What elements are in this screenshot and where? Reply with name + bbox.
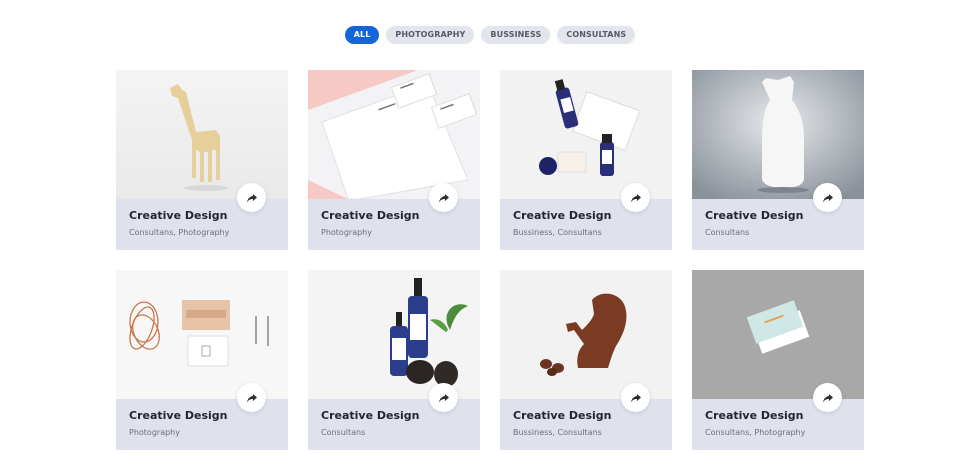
portfolio-card[interactable]: Creative Design Bussiness, Consultans [500, 70, 672, 250]
white-vase-image [692, 70, 864, 199]
share-button[interactable] [813, 383, 842, 412]
portfolio-card[interactable]: Creative Design Consultans, Photography [692, 270, 864, 450]
giraffe-figurine-image [116, 70, 288, 199]
share-arrow-icon [438, 393, 449, 402]
filter-photography[interactable]: PHOTOGRAPHY [386, 26, 475, 44]
card-categories: Consultans, Photography [129, 228, 230, 237]
card-categories: Consultans [705, 228, 750, 237]
filter-all[interactable]: ALL [344, 26, 380, 44]
stationery-mockup-image [308, 70, 480, 199]
share-arrow-icon [246, 393, 257, 402]
filter-consultans[interactable]: CONSULTANS [557, 26, 636, 44]
share-button[interactable] [429, 183, 458, 212]
share-button[interactable] [237, 383, 266, 412]
share-button[interactable] [621, 183, 650, 212]
filter-bussiness[interactable]: BUSSINESS [481, 26, 551, 44]
share-button[interactable] [813, 183, 842, 212]
portfolio-card[interactable]: Creative Design Photography [308, 70, 480, 250]
card-categories: Bussiness, Consultans [513, 428, 602, 437]
portfolio-card[interactable]: Creative Design Photography [116, 270, 288, 450]
squirrel-figure-image [500, 270, 672, 399]
portfolio-card[interactable]: Creative Design Consultans [308, 270, 480, 450]
card-categories: Photography [321, 228, 372, 237]
card-categories: Consultans, Photography [705, 428, 806, 437]
share-button[interactable] [429, 383, 458, 412]
portfolio-card[interactable]: Creative Design Bussiness, Consultans [500, 270, 672, 450]
share-button[interactable] [621, 383, 650, 412]
share-arrow-icon [822, 193, 833, 202]
card-categories: Bussiness, Consultans [513, 228, 602, 237]
portfolio-card[interactable]: Creative Design Consultans [692, 70, 864, 250]
card-categories: Photography [129, 428, 180, 437]
desk-items-image [116, 270, 288, 399]
business-cards-image [692, 270, 864, 399]
card-categories: Consultans [321, 428, 366, 437]
share-button[interactable] [237, 183, 266, 212]
pump-bottles-image [308, 270, 480, 399]
share-arrow-icon [246, 193, 257, 202]
portfolio-grid: Creative Design Consultans, Photography … [116, 70, 864, 450]
share-arrow-icon [630, 393, 641, 402]
share-arrow-icon [822, 393, 833, 402]
share-arrow-icon [630, 193, 641, 202]
cosmetic-bottles-image [500, 70, 672, 199]
portfolio-filter-bar: ALL PHOTOGRAPHY BUSSINESS CONSULTANS [0, 26, 980, 44]
portfolio-card[interactable]: Creative Design Consultans, Photography [116, 70, 288, 250]
share-arrow-icon [438, 193, 449, 202]
